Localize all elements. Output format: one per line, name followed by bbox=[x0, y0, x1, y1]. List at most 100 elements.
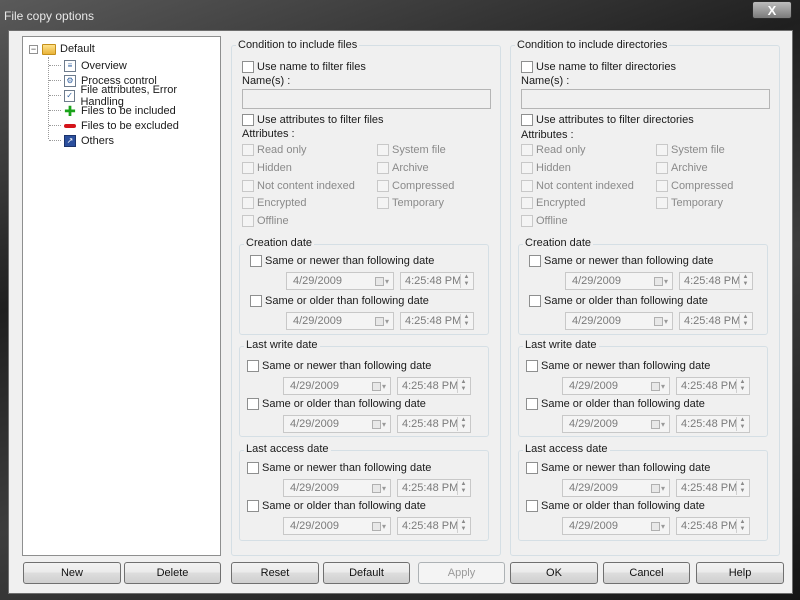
write-older-date-picker[interactable]: 4/29/2009 ▾ bbox=[562, 415, 670, 433]
reset-button[interactable]: Reset bbox=[231, 562, 319, 584]
creation-newer-time-picker[interactable]: 4:25:48 PM ▲ ▼ bbox=[679, 272, 753, 290]
older-label: Same or older than following date bbox=[541, 398, 705, 410]
use-name-dirs-label: Use name to filter directories bbox=[536, 61, 676, 73]
attr-label: Temporary bbox=[392, 197, 444, 209]
creation-newer-checkbox[interactable] bbox=[250, 255, 262, 267]
write-older-date-picker[interactable]: 4/29/2009 ▾ bbox=[283, 415, 391, 433]
attr-label: Encrypted bbox=[536, 197, 586, 209]
write-newer-time-picker[interactable]: 4:25:48 PM ▲ ▼ bbox=[397, 377, 471, 395]
older-label: Same or older than following date bbox=[262, 500, 426, 512]
hidden-checkbox[interactable] bbox=[521, 162, 533, 174]
creation-older-checkbox[interactable] bbox=[250, 295, 262, 307]
creation-newer-time-picker[interactable]: 4:25:48 PM ▲ ▼ bbox=[400, 272, 474, 290]
access-newer-time-picker[interactable]: 4:25:48 PM ▲ ▼ bbox=[397, 479, 471, 497]
creation-newer-date-picker[interactable]: 4/29/2009 ▾ bbox=[286, 272, 394, 290]
system-file-checkbox[interactable] bbox=[656, 144, 668, 156]
hidden-checkbox[interactable] bbox=[242, 162, 254, 174]
attr-label: Compressed bbox=[671, 180, 734, 192]
use-attributes-files-label: Use attributes to filter files bbox=[257, 114, 384, 126]
attr-label: Hidden bbox=[536, 162, 571, 174]
read-only-checkbox[interactable] bbox=[521, 144, 533, 156]
attr-label: Offline bbox=[257, 215, 289, 227]
access-older-time-picker[interactable]: 4:25:48 PM ▲ ▼ bbox=[676, 517, 750, 535]
not-content-indexed-checkbox[interactable] bbox=[521, 180, 533, 192]
check-icon: ✓ bbox=[63, 89, 76, 102]
write-newer-date-picker[interactable]: 4/29/2009 ▾ bbox=[562, 377, 670, 395]
creation-newer-date-picker[interactable]: 4/29/2009 ▾ bbox=[565, 272, 673, 290]
use-name-files-checkbox[interactable] bbox=[242, 61, 254, 73]
encrypted-checkbox[interactable] bbox=[521, 197, 533, 209]
temporary-checkbox[interactable] bbox=[377, 197, 389, 209]
compressed-checkbox[interactable] bbox=[656, 180, 668, 192]
write-older-time-picker[interactable]: 4:25:48 PM ▲ ▼ bbox=[397, 415, 471, 433]
attr-label: Archive bbox=[671, 162, 708, 174]
tree-item-files-included[interactable]: ✚ Files to be included bbox=[49, 103, 176, 118]
title-bar[interactable]: File copy options X bbox=[0, 0, 800, 30]
offline-checkbox[interactable] bbox=[242, 215, 254, 227]
creation-date-title: Creation date bbox=[244, 237, 315, 249]
creation-older-date-picker[interactable]: 4/29/2009 ▾ bbox=[286, 312, 394, 330]
help-button[interactable]: Help bbox=[696, 562, 784, 584]
access-older-checkbox[interactable] bbox=[526, 500, 538, 512]
attr-label: Hidden bbox=[257, 162, 292, 174]
access-newer-date-picker[interactable]: 4/29/2009 ▾ bbox=[283, 479, 391, 497]
creation-older-time-picker[interactable]: 4:25:48 PM ▲ ▼ bbox=[679, 312, 753, 330]
access-newer-checkbox[interactable] bbox=[526, 462, 538, 474]
last-write-date-group: Last write date Same or newer than follo… bbox=[239, 339, 489, 437]
use-attributes-dirs-checkbox[interactable] bbox=[521, 114, 533, 126]
access-older-date-picker[interactable]: 4/29/2009 ▾ bbox=[283, 517, 391, 535]
dialog-client-area: − Default ≡ Overview ⚙ Process control ✓… bbox=[8, 30, 793, 594]
file-names-input[interactable] bbox=[242, 89, 491, 109]
new-button[interactable]: New bbox=[23, 562, 121, 584]
last-access-date-group: Last access date Same or newer than foll… bbox=[239, 443, 489, 541]
write-newer-checkbox[interactable] bbox=[526, 360, 538, 372]
last-access-date-group: Last access date Same or newer than foll… bbox=[518, 443, 768, 541]
cancel-button[interactable]: Cancel bbox=[603, 562, 690, 584]
access-older-time-picker[interactable]: 4:25:48 PM ▲ ▼ bbox=[397, 517, 471, 535]
apply-button[interactable]: Apply bbox=[418, 562, 505, 584]
encrypted-checkbox[interactable] bbox=[242, 197, 254, 209]
compressed-checkbox[interactable] bbox=[377, 180, 389, 192]
attr-label: System file bbox=[392, 144, 446, 156]
access-newer-checkbox[interactable] bbox=[247, 462, 259, 474]
delete-button[interactable]: Delete bbox=[124, 562, 221, 584]
archive-checkbox[interactable] bbox=[377, 162, 389, 174]
options-tree[interactable]: − Default ≡ Overview ⚙ Process control ✓… bbox=[22, 36, 221, 556]
use-name-dirs-checkbox[interactable] bbox=[521, 61, 533, 73]
tree-root-default[interactable]: − Default bbox=[29, 41, 95, 57]
write-newer-date-picker[interactable]: 4/29/2009 ▾ bbox=[283, 377, 391, 395]
creation-newer-checkbox[interactable] bbox=[529, 255, 541, 267]
process-icon: ⚙ bbox=[64, 74, 76, 87]
archive-checkbox[interactable] bbox=[656, 162, 668, 174]
use-attributes-files-checkbox[interactable] bbox=[242, 114, 254, 126]
system-file-checkbox[interactable] bbox=[377, 144, 389, 156]
write-newer-checkbox[interactable] bbox=[247, 360, 259, 372]
creation-older-time-picker[interactable]: 4:25:48 PM ▲ ▼ bbox=[400, 312, 474, 330]
access-newer-date-picker[interactable]: 4/29/2009 ▾ bbox=[562, 479, 670, 497]
tree-item-files-excluded[interactable]: Files to be excluded bbox=[49, 118, 179, 133]
tree-root-label: Default bbox=[60, 43, 95, 55]
tree-item-overview[interactable]: ≡ Overview bbox=[49, 58, 127, 73]
temporary-checkbox[interactable] bbox=[656, 197, 668, 209]
write-older-checkbox[interactable] bbox=[247, 398, 259, 410]
access-older-checkbox[interactable] bbox=[247, 500, 259, 512]
attr-label: Offline bbox=[536, 215, 568, 227]
offline-checkbox[interactable] bbox=[521, 215, 533, 227]
ok-button[interactable]: OK bbox=[510, 562, 598, 584]
creation-older-checkbox[interactable] bbox=[529, 295, 541, 307]
write-older-time-picker[interactable]: 4:25:48 PM ▲ ▼ bbox=[676, 415, 750, 433]
attributes-label: Attributes : bbox=[521, 129, 574, 141]
tree-item-others[interactable]: ↗ Others bbox=[49, 133, 114, 148]
write-older-checkbox[interactable] bbox=[526, 398, 538, 410]
access-older-date-picker[interactable]: 4/29/2009 ▾ bbox=[562, 517, 670, 535]
not-content-indexed-checkbox[interactable] bbox=[242, 180, 254, 192]
close-button[interactable]: X bbox=[752, 1, 792, 19]
collapse-icon[interactable]: − bbox=[29, 44, 38, 54]
access-newer-time-picker[interactable]: 4:25:48 PM ▲ ▼ bbox=[676, 479, 750, 497]
read-only-checkbox[interactable] bbox=[242, 144, 254, 156]
tree-item-file-attributes[interactable]: ✓ File attributes, Error Handling bbox=[49, 84, 220, 108]
creation-older-date-picker[interactable]: 4/29/2009 ▾ bbox=[565, 312, 673, 330]
default-button[interactable]: Default bbox=[323, 562, 410, 584]
write-newer-time-picker[interactable]: 4:25:48 PM ▲ ▼ bbox=[676, 377, 750, 395]
dir-names-input[interactable] bbox=[521, 89, 770, 109]
